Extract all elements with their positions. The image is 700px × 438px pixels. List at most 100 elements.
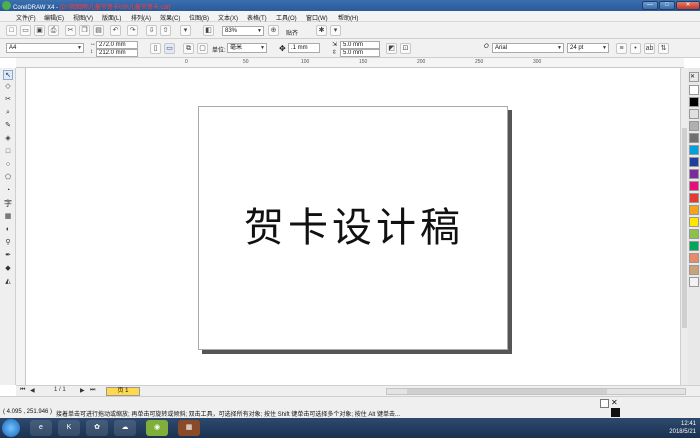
prev-page-icon[interactable]: ◀ (30, 387, 35, 394)
export-icon[interactable]: ⇧ (160, 25, 171, 36)
import-icon[interactable]: ⇩ (146, 25, 157, 36)
pick-tool-icon[interactable]: ↖ (3, 70, 13, 80)
color-swatch[interactable] (689, 157, 699, 167)
copy-icon[interactable]: ❐ (79, 25, 90, 36)
all-pages-icon[interactable]: ⧉ (183, 43, 194, 54)
minimize-button[interactable]: — (642, 1, 658, 10)
text-direction-icon[interactable]: ⇅ (658, 43, 669, 54)
first-page-icon[interactable]: ⏮ (20, 387, 25, 394)
color-swatch[interactable] (689, 169, 699, 179)
horizontal-ruler[interactable]: 0 50 100 150 200 250 300 (16, 58, 684, 68)
menu-window[interactable]: 窗口(W) (306, 13, 328, 22)
paste-icon[interactable]: ▤ (93, 25, 104, 36)
page-width-input[interactable]: 272.0 mm (96, 41, 138, 49)
cut-icon[interactable]: ✂ (65, 25, 76, 36)
vertical-ruler[interactable] (16, 68, 26, 385)
color-swatch[interactable] (689, 85, 699, 95)
color-swatch[interactable] (689, 277, 699, 287)
maximize-button[interactable]: □ (659, 1, 675, 10)
table-tool-icon[interactable]: ▦ (3, 212, 13, 222)
color-swatch[interactable] (689, 253, 699, 263)
color-swatch[interactable] (689, 205, 699, 215)
zoom-level-select[interactable]: 83% ▼ (222, 26, 264, 36)
color-swatch[interactable] (689, 97, 699, 107)
font-name-select[interactable]: Arial ▼ (492, 43, 564, 53)
cloud-app-icon[interactable]: ☁ (114, 420, 136, 436)
ie-app-icon[interactable]: e (30, 420, 52, 436)
color-swatch[interactable] (689, 217, 699, 227)
fill-tool-icon[interactable]: ◆ (3, 264, 13, 274)
landscape-icon[interactable]: ▭ (164, 43, 175, 54)
system-clock[interactable]: 12:41 2018/5/21 (669, 420, 696, 436)
outline-color-icon[interactable] (611, 408, 620, 417)
open-folder-icon[interactable]: ▭ (20, 25, 31, 36)
interactive-fill-tool-icon[interactable]: ◭ (3, 277, 13, 287)
duplicate-x-input[interactable]: 5.0 mm (340, 41, 380, 49)
menu-layout[interactable]: 版面(L) (102, 13, 121, 22)
freehand-tool-icon[interactable]: ✎ (3, 121, 13, 131)
horizontal-scroll-thumb[interactable] (407, 389, 607, 394)
menu-table[interactable]: 表格(T) (247, 13, 267, 22)
last-page-icon[interactable]: ⏭ (90, 387, 95, 394)
undo-icon[interactable]: ↶ (110, 25, 121, 36)
application-launcher-icon[interactable]: ▾ (180, 25, 191, 36)
crop-tool-icon[interactable]: ✂ (3, 95, 13, 105)
color-swatch[interactable] (689, 121, 699, 131)
save-icon[interactable]: ▣ (34, 25, 45, 36)
snap-to-label[interactable]: 贴齐 (286, 28, 298, 37)
menu-edit[interactable]: 编辑(E) (44, 13, 64, 22)
vertical-scroll-thumb[interactable] (682, 128, 687, 328)
outline-tool-icon[interactable]: ✒ (3, 251, 13, 261)
polygon-tool-icon[interactable]: ⬠ (3, 173, 13, 183)
eyedropper-tool-icon[interactable]: ⚲ (3, 238, 13, 248)
page-heading-text[interactable]: 贺卡设计稿 (199, 195, 509, 253)
color-swatch[interactable] (689, 181, 699, 191)
treat-as-filled-icon[interactable]: ◩ (386, 43, 397, 54)
options-icon[interactable]: ✱ (316, 25, 327, 36)
print-icon[interactable]: ⎙ (48, 25, 59, 36)
color-swatch[interactable] (689, 193, 699, 203)
edit-text-icon[interactable]: ab (644, 43, 655, 54)
image-viewer-task-icon[interactable]: ▦ (178, 420, 200, 436)
duplicate-y-input[interactable]: 5.0 mm (340, 49, 380, 57)
smart-fill-tool-icon[interactable]: ◈ (3, 134, 13, 144)
close-button[interactable]: ✕ (676, 1, 700, 10)
new-document-icon[interactable]: □ (6, 25, 17, 36)
no-fill-icon[interactable]: ✕ (611, 399, 618, 407)
fill-indicator-icon[interactable] (600, 399, 609, 408)
blend-tool-icon[interactable]: ◐ (3, 225, 13, 235)
menu-tools[interactable]: 工具(O) (276, 13, 297, 22)
menu-arrange[interactable]: 排列(A) (131, 13, 151, 22)
swatch-none[interactable]: ✕ (689, 72, 699, 82)
color-swatch[interactable] (689, 265, 699, 275)
menu-text[interactable]: 文本(X) (218, 13, 238, 22)
nudge-distance-input[interactable]: .1 mm (288, 43, 320, 53)
color-swatch[interactable] (689, 229, 699, 239)
vertical-scrollbar[interactable] (680, 68, 688, 385)
units-select[interactable]: 毫米 ▼ (227, 43, 267, 53)
redo-icon[interactable]: ↷ (127, 25, 138, 36)
text-tool-icon[interactable]: 字 (3, 199, 13, 209)
menu-effects[interactable]: 效果(C) (160, 13, 180, 22)
shape-tool-icon[interactable]: ◇ (3, 82, 13, 92)
welcome-screen-icon[interactable]: ◧ (203, 25, 214, 36)
next-page-icon[interactable]: ▶ (80, 387, 85, 394)
current-page-icon[interactable]: ▢ (197, 43, 208, 54)
menu-help[interactable]: 帮助(H) (338, 13, 358, 22)
baidu-app-icon[interactable]: ✿ (86, 420, 108, 436)
document-page[interactable]: 贺卡设计稿 (198, 106, 508, 350)
bullet-icon[interactable]: • (630, 43, 641, 54)
start-button-icon[interactable] (2, 419, 20, 437)
kugou-app-icon[interactable]: K (58, 420, 80, 436)
zoom-tool-icon[interactable]: ⌕ (3, 108, 13, 118)
menu-view[interactable]: 视图(V) (73, 13, 93, 22)
rectangle-tool-icon[interactable]: □ (3, 147, 13, 157)
color-swatch[interactable] (689, 133, 699, 143)
page-height-input[interactable]: 212.0 mm (96, 49, 138, 57)
color-swatch[interactable] (689, 145, 699, 155)
show-bleed-icon[interactable]: ⊡ (400, 43, 411, 54)
text-align-icon[interactable]: ≡ (616, 43, 627, 54)
font-size-select[interactable]: 24 pt ▼ (567, 43, 609, 53)
coreldraw-task-icon[interactable]: ◉ (146, 420, 168, 436)
page-tab[interactable]: 页 1 (106, 387, 140, 396)
